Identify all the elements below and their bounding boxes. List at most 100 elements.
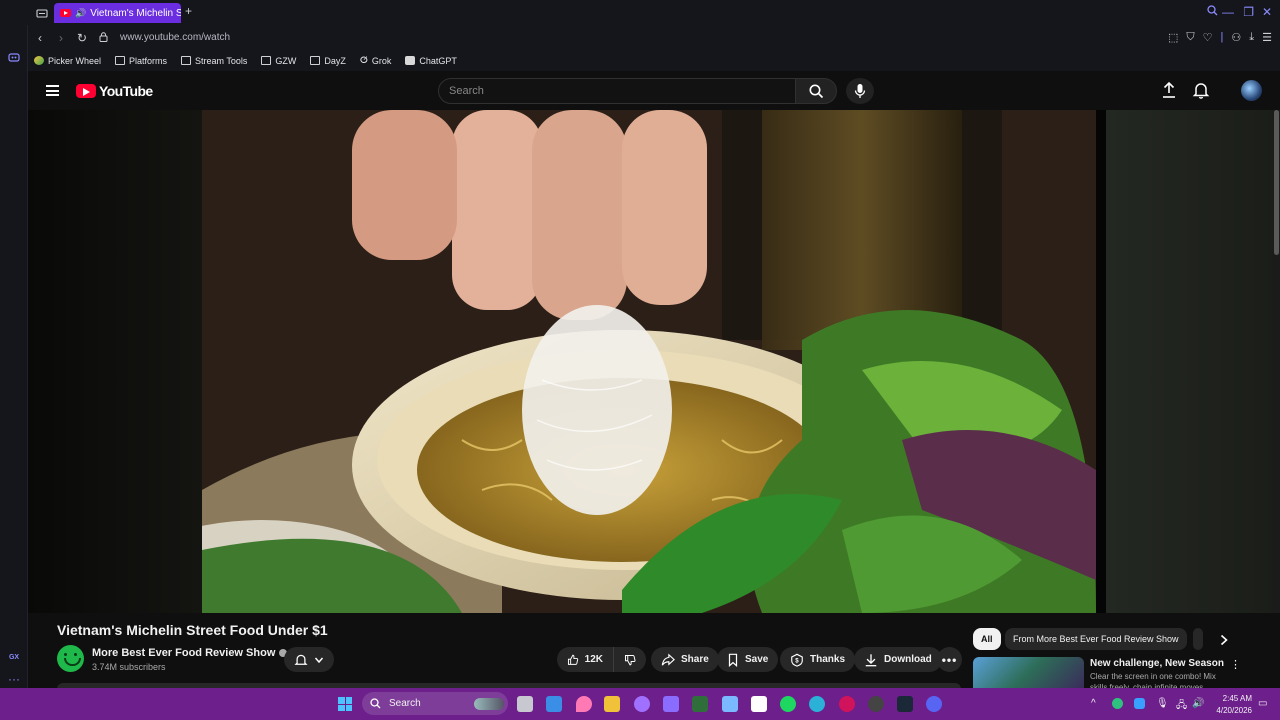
page-scrollbar[interactable] [1272, 110, 1280, 613]
bookmark-platforms[interactable]: Platforms [115, 56, 167, 66]
bookmark-grok[interactable]: ⵚ Grok [360, 55, 392, 66]
channel-name-text: More Best Ever Food Review Show [92, 647, 276, 659]
thanks-button[interactable]: $ Thanks [780, 647, 856, 672]
share-button[interactable]: Share [651, 647, 719, 672]
search-button[interactable] [795, 78, 837, 104]
search-icon [370, 698, 381, 709]
bookmark-gzw[interactable]: GZW [261, 56, 296, 66]
lock-icon[interactable] [94, 31, 112, 45]
wallet-icon[interactable]: ⚇ [1231, 31, 1241, 44]
account-avatar[interactable] [1241, 80, 1262, 101]
chevron-right-icon[interactable] [1218, 633, 1230, 651]
windows-start-icon[interactable] [338, 697, 352, 711]
easy-setup-icon[interactable]: ☰ [1262, 31, 1272, 44]
reload-button[interactable]: ↻ [73, 31, 91, 45]
heart-icon[interactable]: ♡ [1203, 31, 1213, 44]
notifications-icon[interactable] [1192, 81, 1210, 99]
active-tab[interactable]: 🔊 Vietnam's Michelin Stre [54, 3, 181, 23]
youtube-masthead: YouTube [28, 71, 1280, 110]
paint-icon[interactable] [576, 696, 592, 712]
more-icon[interactable]: ··· [6, 671, 22, 687]
channel-name[interactable]: More Best Ever Food Review Show [92, 647, 288, 659]
close-button[interactable]: ✕ [1262, 5, 1272, 19]
minimize-button[interactable]: — [1222, 5, 1234, 19]
search-input[interactable] [439, 79, 795, 103]
tray-chevron-icon[interactable]: ^ [1091, 698, 1096, 709]
taskbar-search[interactable]: Search [362, 692, 508, 715]
back-button[interactable]: ‹ [31, 31, 49, 45]
subscribe-bell-button[interactable] [284, 647, 334, 672]
tray-app-icon[interactable] [1112, 698, 1123, 709]
restore-button[interactable]: ❐ [1243, 5, 1254, 19]
chip-from-channel[interactable]: From More Best Ever Food Review Show [1005, 628, 1187, 650]
download-button[interactable]: Download [854, 647, 942, 672]
terminal-icon[interactable] [692, 696, 708, 712]
tray-shield-icon[interactable] [1134, 698, 1145, 709]
tray-mic-icon[interactable]: 🎙 [1156, 698, 1169, 709]
more-actions-button[interactable]: ••• [937, 647, 962, 672]
youtube-play-icon [76, 84, 96, 98]
bookmark-label: Grok [371, 55, 392, 66]
chip-overflow[interactable] [1193, 628, 1203, 650]
network-icon[interactable]: 🖧 [1176, 698, 1187, 715]
subscriber-count: 3.74M subscribers [92, 662, 166, 672]
search-highlight-icon [474, 697, 504, 710]
new-tab-button[interactable]: + [185, 4, 192, 18]
snapshot-icon[interactable]: ⬚ [1168, 31, 1178, 44]
bookmark-stream-tools[interactable]: Stream Tools [181, 56, 247, 66]
search-tabs-icon[interactable] [1207, 5, 1218, 19]
save-label: Save [745, 654, 769, 665]
speaker-icon[interactable]: 🔊 [75, 8, 86, 19]
scrollbar-thumb[interactable] [1274, 110, 1279, 255]
gx-label[interactable]: GX [6, 650, 22, 666]
search-icon [809, 84, 824, 99]
address-bar: ‹ › ↻ www.youtube.com/watch ⬚ ⛉ ♡ | ⚇ ⤓ … [28, 25, 1280, 50]
notepad-icon[interactable] [722, 696, 738, 712]
youtube-wordmark: YouTube [99, 83, 153, 99]
bookmark-dayz[interactable]: DayZ [310, 56, 346, 66]
video-frame[interactable] [202, 110, 1096, 613]
like-button[interactable]: 12K [557, 647, 613, 672]
chip-all[interactable]: All [973, 628, 1001, 650]
voice-search-button[interactable] [846, 78, 874, 104]
recommendation-title[interactable]: New challenge, New Season [1090, 658, 1224, 669]
thanks-label: Thanks [810, 654, 846, 665]
bookmark-picker-wheel[interactable]: Picker Wheel [34, 56, 101, 66]
channel-avatar[interactable] [57, 645, 84, 672]
steam-icon[interactable] [897, 696, 913, 712]
tab-manager-icon[interactable] [36, 6, 48, 24]
ai-app-icon[interactable] [634, 696, 650, 712]
taskbar-search-label: Search [389, 698, 421, 709]
ai-assistant-icon[interactable] [6, 52, 22, 68]
notification-center-icon[interactable]: ▭ [1258, 698, 1267, 709]
task-view-icon[interactable] [517, 696, 533, 712]
capcut-icon[interactable] [751, 696, 767, 712]
picker-wheel-icon [34, 56, 44, 65]
video-player[interactable] [28, 110, 1280, 613]
discord-icon[interactable] [926, 696, 942, 712]
grid-app-icon[interactable] [663, 696, 679, 712]
kebab-menu-icon[interactable]: ⋮ [1230, 658, 1241, 671]
spotify-icon[interactable] [780, 696, 796, 712]
recommendation-description: Clear the screen in one combo! Mix skill… [1090, 672, 1216, 688]
url-field[interactable]: www.youtube.com/watch [120, 32, 230, 43]
photos-icon[interactable] [546, 696, 562, 712]
forward-button[interactable]: › [52, 31, 70, 45]
file-explorer-icon[interactable] [604, 696, 620, 712]
bookmark-chatgpt[interactable]: ChatGPT [405, 56, 457, 66]
volume-icon[interactable]: 🔊 [1192, 698, 1204, 709]
dislike-button[interactable] [613, 647, 646, 672]
pocket-icon[interactable]: ⛉ [1186, 31, 1194, 44]
download-label: Download [884, 654, 932, 665]
edge-icon[interactable] [809, 696, 825, 712]
download-icon[interactable]: ⤓ [1249, 31, 1254, 44]
opera-gx-icon[interactable] [839, 696, 855, 712]
folder-icon [181, 56, 192, 65]
youtube-logo[interactable]: YouTube [76, 83, 153, 99]
menu-icon[interactable] [46, 85, 59, 96]
upload-icon[interactable] [1160, 81, 1178, 99]
clock[interactable]: 2:45 AM 4/20/2026 [1216, 693, 1252, 717]
recommendation-thumbnail[interactable] [973, 657, 1084, 688]
obs-icon[interactable] [868, 696, 884, 712]
save-button[interactable]: Save [717, 647, 779, 672]
